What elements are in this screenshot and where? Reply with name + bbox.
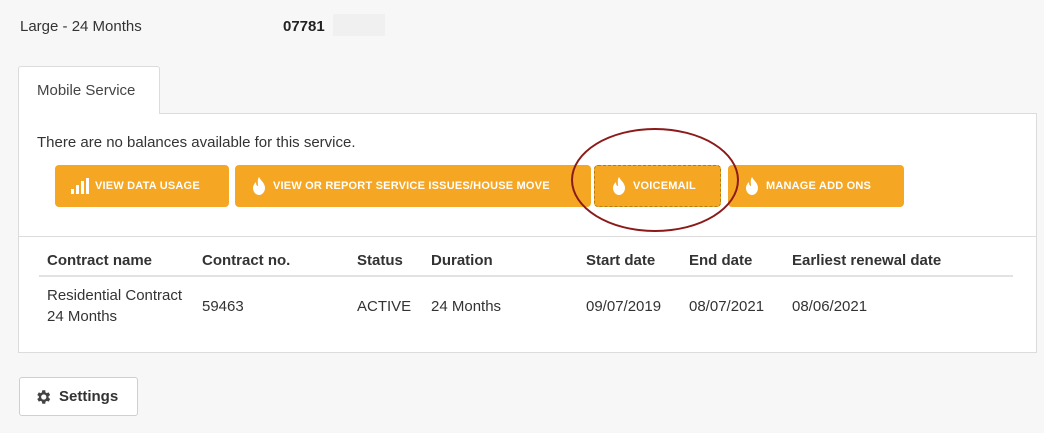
flame-icon	[251, 177, 267, 195]
column-header-status: Status	[349, 244, 423, 277]
cell-start-date: 09/07/2019	[586, 297, 662, 315]
column-header-contract-no: Contract no.	[194, 244, 349, 277]
flame-icon	[611, 177, 627, 195]
gear-icon	[34, 388, 52, 406]
service-panel: There are no balances available for this…	[18, 113, 1037, 353]
cell-duration: 24 Months	[431, 297, 502, 315]
column-header-end-date: End date	[681, 244, 784, 277]
table-header-row: Contract name Contract no. Status Durati…	[39, 244, 1013, 277]
column-header-start-date: Start date	[578, 244, 681, 277]
plan-name: Large - 24 Months	[20, 18, 142, 35]
cell-earliest-renewal-date: 08/06/2021	[792, 297, 868, 315]
view-report-service-issues-label: VIEW OR REPORT SERVICE ISSUES/HOUSE MOVE	[273, 180, 550, 192]
tab-mobile-service[interactable]: Mobile Service	[18, 66, 160, 114]
contracts-table: Contract name Contract no. Status Durati…	[39, 244, 1013, 335]
view-report-service-issues-button[interactable]: VIEW OR REPORT SERVICE ISSUES/HOUSE MOVE	[235, 165, 591, 207]
voicemail-label: VOICEMAIL	[633, 180, 696, 192]
tab-mobile-service-label: Mobile Service	[37, 82, 136, 99]
manage-add-ons-label: MANAGE ADD ONS	[766, 180, 872, 192]
cell-contract-name: Residential Contract 24 Months	[47, 287, 183, 325]
settings-button[interactable]: Settings	[19, 377, 138, 416]
view-data-usage-button[interactable]: VIEW DATA USAGE	[55, 165, 229, 207]
panel-divider	[19, 236, 1036, 237]
cell-end-date: 08/07/2021	[689, 297, 765, 315]
signal-bars-icon	[71, 178, 89, 194]
settings-label: Settings	[59, 388, 119, 405]
no-balance-message: There are no balances available for this…	[37, 134, 356, 151]
masked-number-area	[333, 14, 385, 36]
manage-add-ons-button[interactable]: MANAGE ADD ONS	[728, 165, 904, 207]
flame-icon	[744, 177, 760, 195]
voicemail-button[interactable]: VOICEMAIL	[594, 165, 721, 207]
cell-contract-no: 59463	[202, 297, 244, 315]
cell-status: ACTIVE	[357, 297, 412, 315]
column-header-contract-name: Contract name	[39, 244, 194, 277]
column-header-earliest-renewal-date: Earliest renewal date	[784, 244, 1013, 277]
plan-number: 07781	[283, 18, 325, 35]
view-data-usage-label: VIEW DATA USAGE	[95, 180, 200, 192]
column-header-duration: Duration	[423, 244, 578, 277]
table-row: Residential Contract 24 Months 59463 ACT…	[39, 276, 1013, 335]
